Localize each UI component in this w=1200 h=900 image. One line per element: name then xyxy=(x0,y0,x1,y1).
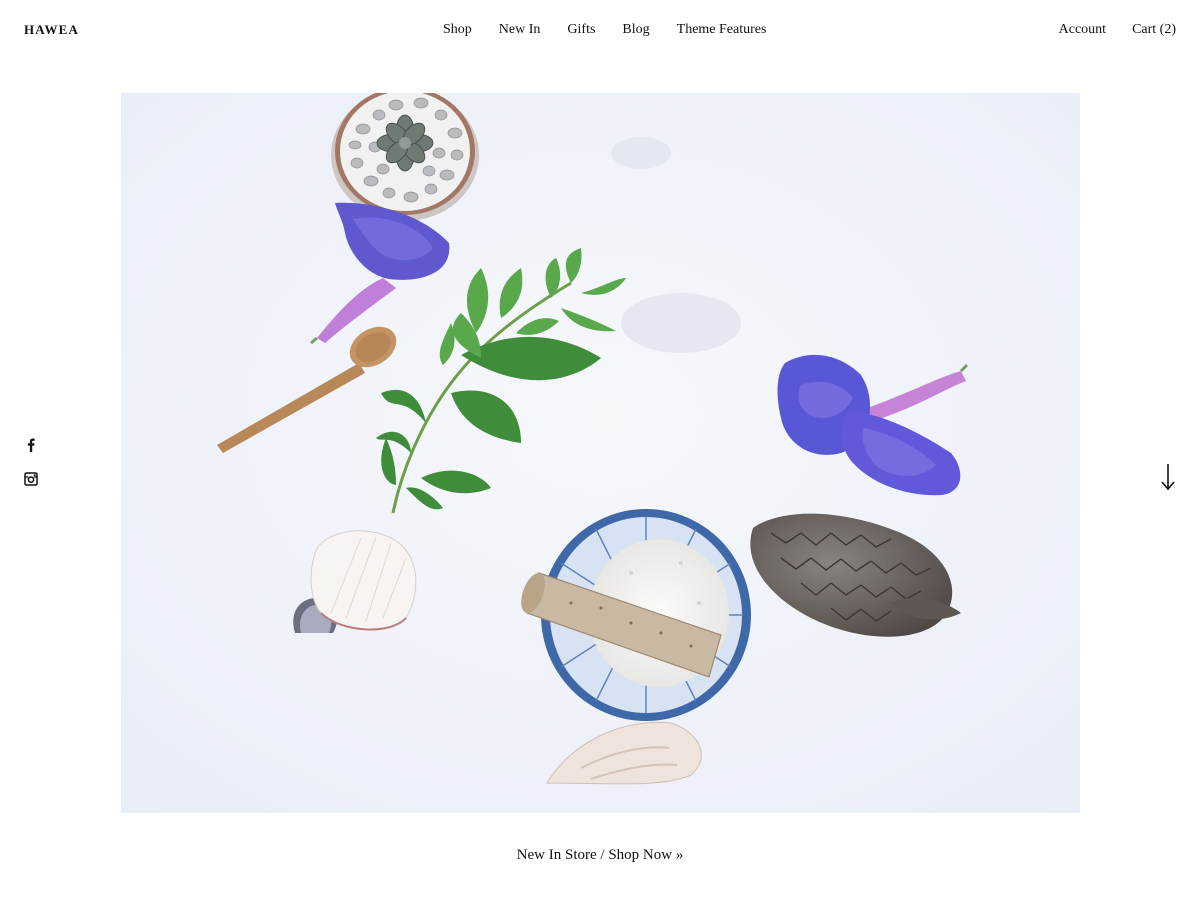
instagram-icon[interactable] xyxy=(24,472,38,486)
nav-item-theme-features[interactable]: Theme Features xyxy=(677,21,767,39)
shop-now-link[interactable]: New In Store / Shop Now » xyxy=(517,847,684,863)
account-link[interactable]: Account xyxy=(1059,21,1106,39)
nav-item-shop[interactable]: Shop xyxy=(443,21,472,39)
arrow-down-icon[interactable] xyxy=(1160,463,1176,491)
site-logo[interactable]: HAWEA xyxy=(24,22,79,38)
cart-link[interactable]: Cart (2) xyxy=(1132,21,1176,39)
utility-nav: Account Cart (2) xyxy=(1059,21,1176,39)
nav-item-new-in[interactable]: New In xyxy=(499,21,541,39)
site-header: HAWEA Shop New In Gifts Blog Theme Featu… xyxy=(0,0,1200,62)
nav-item-gifts[interactable]: Gifts xyxy=(567,21,595,39)
social-links xyxy=(24,438,40,506)
main-nav: Shop New In Gifts Blog Theme Features xyxy=(443,21,766,39)
hero-image[interactable] xyxy=(121,93,1080,813)
nav-item-blog[interactable]: Blog xyxy=(622,21,649,39)
hero-caption: New In Store / Shop Now » xyxy=(0,847,1200,864)
succulent-pot xyxy=(331,93,479,221)
facebook-icon[interactable] xyxy=(24,438,38,452)
